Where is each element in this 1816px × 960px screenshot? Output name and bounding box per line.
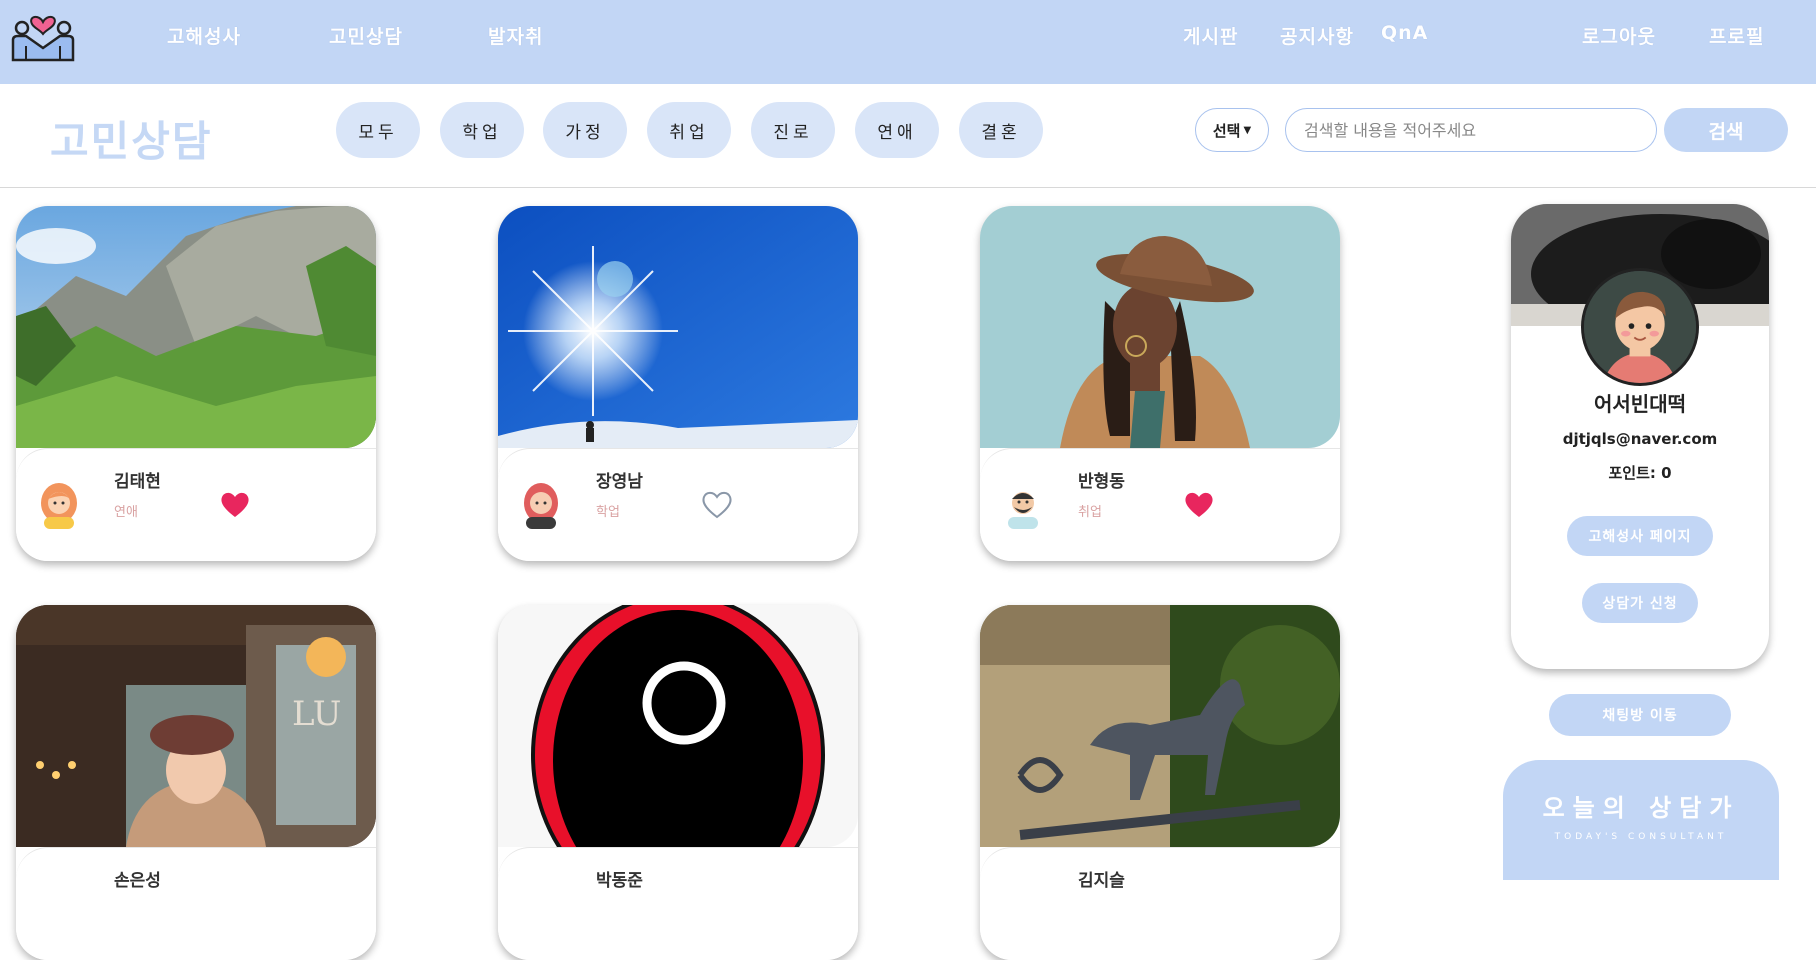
- card-info: 장영남 학업: [498, 448, 858, 561]
- filter-bar: 고민상담 모두 학업 가정 취업 진로 연애 결혼 선택 ▼ 검색: [0, 84, 1816, 188]
- counselor-name: 김지슬: [1078, 871, 1125, 891]
- avatar-icon: [36, 479, 82, 529]
- category-chip-marriage[interactable]: 결혼: [959, 102, 1043, 158]
- profile-nickname: 어서빈대떡: [1594, 392, 1686, 416]
- profile-points: 포인트: 0: [1608, 464, 1672, 482]
- card-image-horse: [980, 605, 1340, 847]
- card-image-mask: [498, 605, 858, 847]
- select-label: 선택: [1212, 121, 1241, 140]
- nav-qna[interactable]: QnA: [1381, 22, 1428, 44]
- heart-filled-icon[interactable]: [219, 489, 251, 519]
- nav-notice[interactable]: 공지사항: [1280, 22, 1354, 49]
- today-consultant-panel: 오늘의 상담가 TODAY'S CONSULTANT: [1503, 760, 1779, 892]
- card-info: 김지슬: [980, 847, 1340, 960]
- search-input[interactable]: [1285, 108, 1657, 152]
- page-title: 고민상담: [50, 117, 213, 166]
- today-consultant-title: 오늘의 상담가: [1542, 794, 1740, 822]
- search-type-select[interactable]: 선택 ▼: [1195, 108, 1269, 152]
- counselor-name: 손은성: [114, 871, 161, 891]
- profile-email: djtjqls@naver.com: [1562, 430, 1718, 448]
- nav-counseling[interactable]: 고민상담: [329, 22, 403, 49]
- search-button[interactable]: 검색: [1664, 108, 1788, 152]
- counselor-apply-button[interactable]: 상담가 신청: [1582, 583, 1698, 623]
- chatroom-button[interactable]: 채팅방 이동: [1549, 694, 1731, 736]
- profile-panel: 어서빈대떡 djtjqls@naver.com 포인트: 0 고해성사 페이지 …: [1511, 204, 1769, 669]
- counselor-card[interactable]: 반형동 취업: [980, 206, 1340, 561]
- card-image-sky: [498, 206, 858, 448]
- avatar[interactable]: [1581, 268, 1699, 386]
- card-info: 박동준: [498, 847, 858, 960]
- counselor-card[interactable]: 김태현 연애: [16, 206, 376, 561]
- card-info: 손은성: [16, 847, 376, 960]
- counselor-name: 김태현: [114, 472, 161, 492]
- counselor-category: 학업: [596, 505, 620, 520]
- counselor-name: 박동준: [596, 871, 643, 891]
- nav-board[interactable]: 게시판: [1183, 22, 1238, 49]
- confession-page-button[interactable]: 고해성사 페이지: [1567, 516, 1713, 556]
- card-image-mountain: [16, 206, 376, 448]
- nav-confession[interactable]: 고해성사: [167, 22, 241, 49]
- svg-text:LU: LU: [292, 694, 341, 734]
- counselor-card[interactable]: 장영남 학업: [498, 206, 858, 561]
- top-navbar: 고해성사 고민상담 발자취 게시판 공지사항 QnA 로그아웃 프로필: [0, 0, 1816, 84]
- avatar-icon: [518, 479, 564, 529]
- counselor-category: 취업: [1078, 505, 1102, 520]
- caret-down-icon: ▼: [1243, 124, 1252, 136]
- today-consultant-subtitle: TODAY'S CONSULTANT: [1554, 832, 1728, 842]
- counselor-card[interactable]: LU 손은성: [16, 605, 376, 960]
- card-image-woman-hat: [980, 206, 1340, 448]
- card-info: 반형동 취업: [980, 448, 1340, 561]
- heart-filled-icon[interactable]: [1183, 489, 1215, 519]
- counselor-name: 장영남: [596, 472, 643, 492]
- card-image-cafe: LU: [16, 605, 376, 847]
- counselor-name: 반형동: [1078, 472, 1125, 492]
- card-info: 김태현 연애: [16, 448, 376, 561]
- counselor-category: 연애: [114, 505, 138, 520]
- counselor-card[interactable]: 박동준: [498, 605, 858, 960]
- today-consultant-body: [1503, 880, 1779, 892]
- category-chip-job[interactable]: 취업: [647, 102, 731, 158]
- nav-profile[interactable]: 프로필: [1709, 22, 1764, 49]
- nav-logout[interactable]: 로그아웃: [1582, 22, 1656, 49]
- heart-outline-icon[interactable]: [701, 489, 733, 519]
- avatar-icon: [1000, 479, 1046, 529]
- category-chip-study[interactable]: 학업: [440, 102, 524, 158]
- app-logo-icon[interactable]: [10, 10, 76, 62]
- category-chip-romance[interactable]: 연애: [855, 102, 939, 158]
- nav-footprints[interactable]: 발자취: [488, 22, 543, 49]
- counselor-card[interactable]: 김지슬: [980, 605, 1340, 960]
- category-chip-family[interactable]: 가정: [543, 102, 627, 158]
- category-chip-career[interactable]: 진로: [751, 102, 835, 158]
- category-chip-all[interactable]: 모두: [336, 102, 420, 158]
